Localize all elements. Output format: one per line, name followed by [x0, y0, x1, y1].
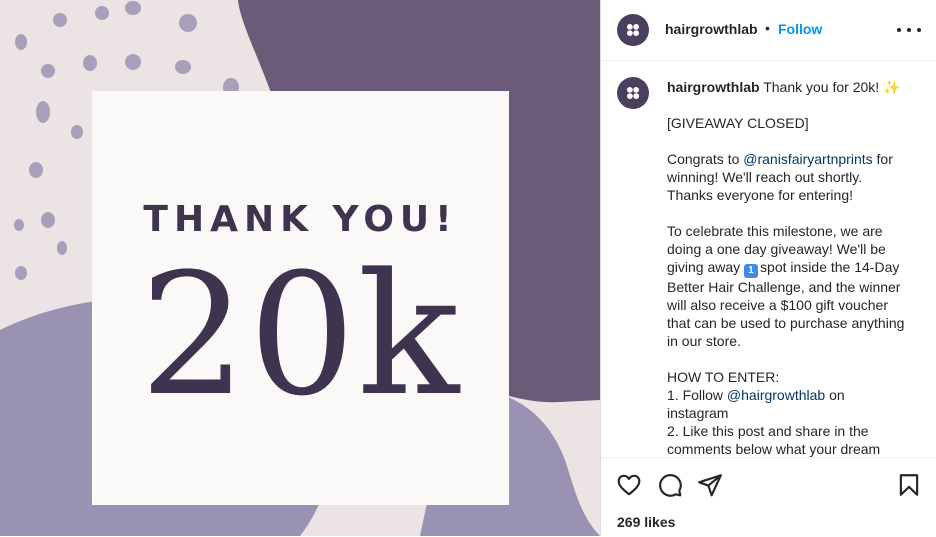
brand-logo-icon: [626, 23, 640, 37]
winner-mention-link[interactable]: @ranisfairyartnprints: [743, 151, 872, 167]
step2-text: 2. Like this post and share in the comme…: [667, 423, 881, 457]
step1-text: 1. Follow: [667, 387, 727, 403]
more-options-icon[interactable]: [897, 22, 921, 38]
follow-button[interactable]: Follow: [778, 21, 822, 37]
brand-logo-icon: [626, 86, 640, 100]
action-bar: 269 likes: [601, 457, 936, 537]
milestone-number: 20k: [139, 237, 462, 433]
header-separator: •: [765, 20, 770, 36]
number-one-emoji: 1: [744, 264, 759, 278]
caption-username[interactable]: hairgrowthlab: [667, 79, 760, 95]
account-mention-link[interactable]: @hairgrowthlab: [727, 387, 825, 403]
save-icon[interactable]: [896, 472, 922, 498]
comment-icon[interactable]: [657, 472, 683, 498]
heart-icon[interactable]: [616, 472, 642, 498]
congrats-text: Congrats to: [667, 151, 744, 167]
likes-count[interactable]: 269 likes: [617, 514, 675, 530]
post-header: hairgrowthlab • Follow: [601, 0, 936, 61]
avatar[interactable]: [617, 14, 649, 46]
caption-title: Thank you for 20k!: [763, 79, 880, 95]
share-icon[interactable]: [697, 472, 723, 498]
thank-you-text: THANK YOU!: [143, 199, 458, 240]
caption-section: hairgrowthlab Thank you for 20k! ✨ [GIVE…: [601, 61, 936, 457]
giveaway-closed: [GIVEAWAY CLOSED]: [667, 115, 809, 131]
header-username[interactable]: hairgrowthlab: [665, 21, 758, 37]
how-to-enter-heading: HOW TO ENTER:: [667, 369, 780, 385]
sparkle-emoji: ✨: [883, 79, 901, 95]
caption-text: hairgrowthlab Thank you for 20k! ✨ [GIVE…: [667, 78, 907, 457]
post-sidebar: hairgrowthlab • Follow hairgrowthlab Tha…: [601, 0, 936, 536]
thank-you-card: THANK YOU! 20k: [92, 91, 509, 505]
post-image[interactable]: THANK YOU! 20k: [0, 0, 600, 536]
caption-avatar[interactable]: [617, 77, 649, 109]
